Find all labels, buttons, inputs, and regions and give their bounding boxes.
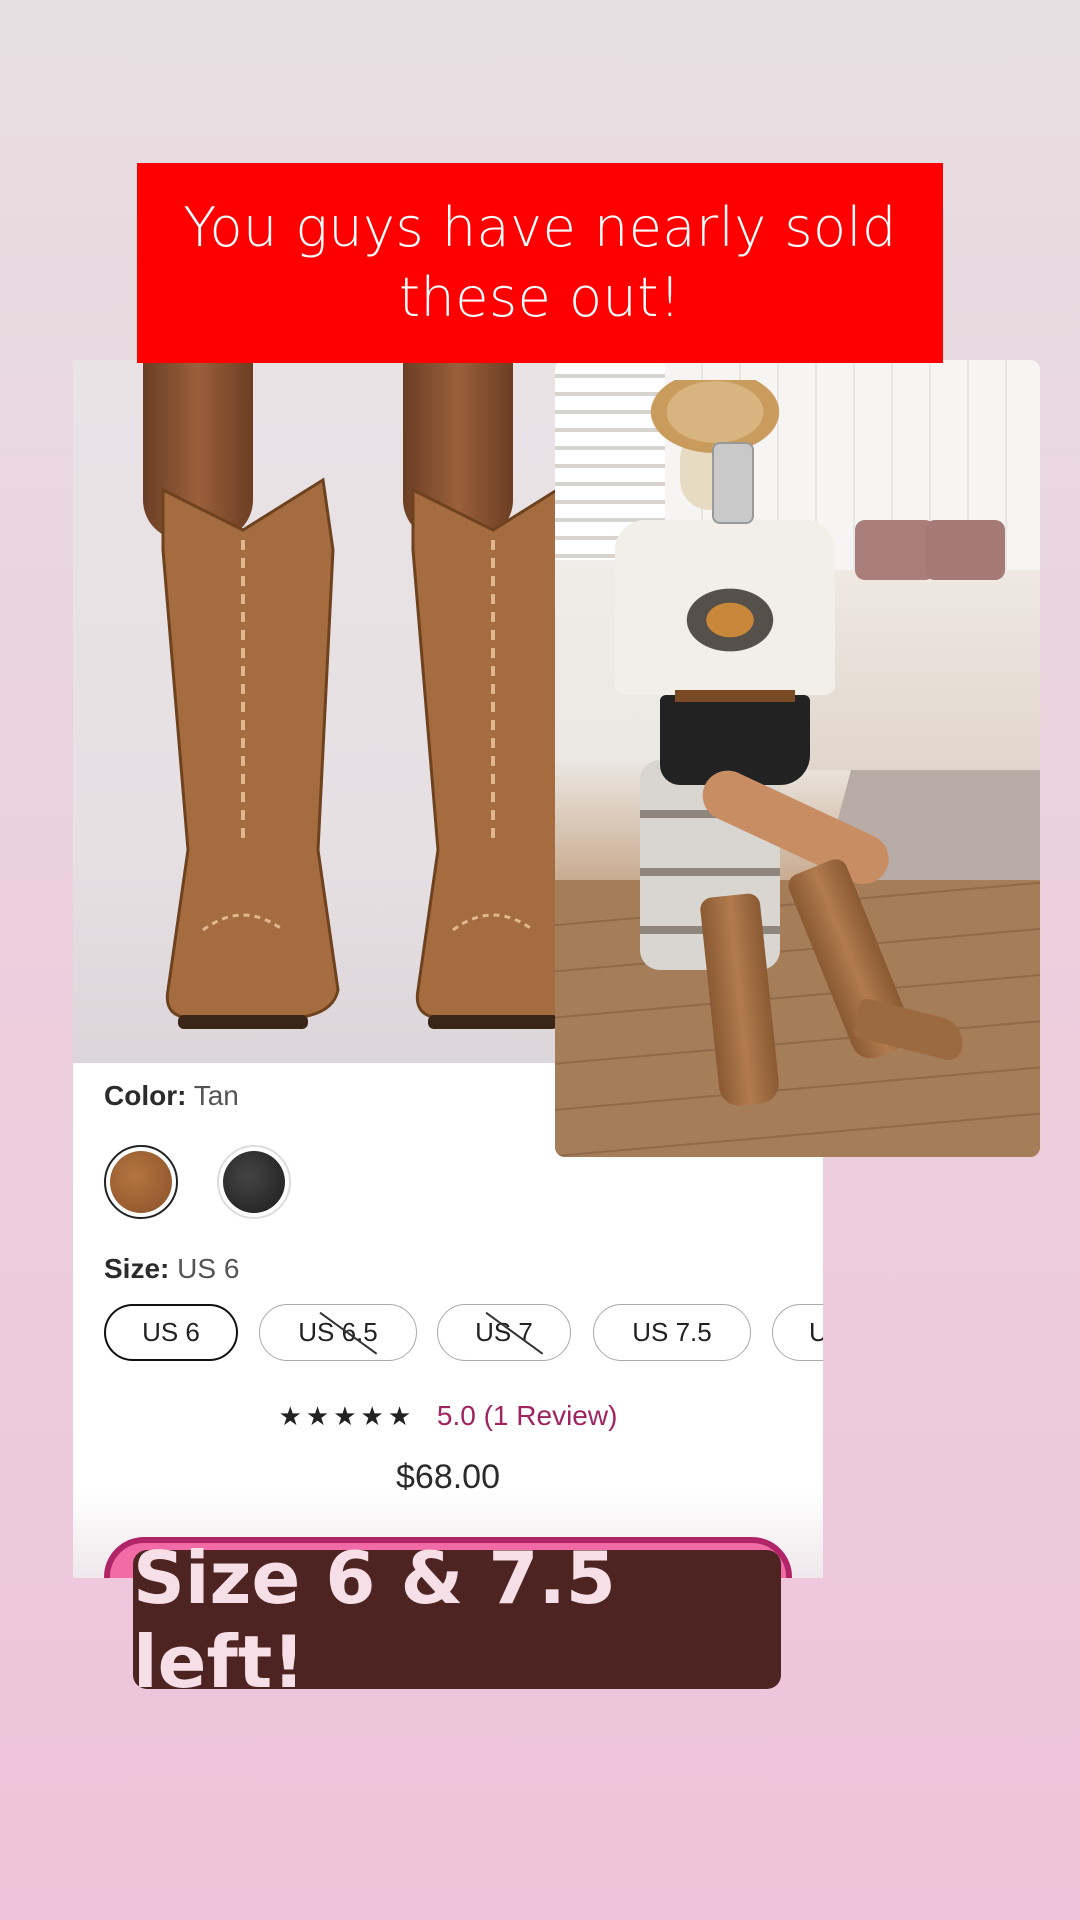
wood-floor (555, 880, 1040, 1157)
color-selector-label: Color: Tan (104, 1080, 239, 1112)
star-rating-icon: ★★★★★ (278, 1401, 416, 1431)
sizes-left-label: Size 6 & 7.5 left! (133, 1536, 781, 1704)
pillow (855, 520, 935, 580)
size-option-partial[interactable]: U (772, 1304, 823, 1361)
color-value: Tan (193, 1080, 239, 1111)
size-option-us-6-5[interactable]: US 6.5 (259, 1304, 417, 1361)
color-label: Color: (104, 1080, 187, 1111)
size-label: Size: (104, 1253, 170, 1284)
lifestyle-photo (555, 360, 1040, 1157)
size-option-us-7-5[interactable]: US 7.5 (593, 1304, 751, 1361)
pillow (925, 520, 1005, 580)
belt (675, 690, 795, 702)
size-value: US 6 (177, 1253, 240, 1284)
size-selector-label: Size: US 6 (104, 1253, 239, 1285)
headline-banner: You guys have nearly sold these out! (137, 163, 943, 363)
size-options: US 6 US 6.5 US 7 US 7.5 U (104, 1304, 823, 1362)
sizes-left-text: Size 6 & 7.5 left! (133, 1535, 616, 1704)
shirt-graphic (675, 580, 785, 660)
boot-left-illustration (161, 477, 340, 1029)
size-option-us-6[interactable]: US 6 (104, 1304, 238, 1361)
headline-text: You guys have nearly sold these out! (183, 196, 897, 329)
swatch-black[interactable] (217, 1145, 291, 1219)
reviews-link[interactable]: 5.0 (1 Review) (437, 1400, 618, 1431)
phone (712, 442, 754, 524)
rating-row: ★★★★★ 5.0 (1 Review) (73, 1400, 823, 1432)
bed (800, 570, 1040, 770)
size-option-us-7[interactable]: US 7 (437, 1304, 571, 1361)
swatch-tan[interactable] (104, 1145, 178, 1219)
